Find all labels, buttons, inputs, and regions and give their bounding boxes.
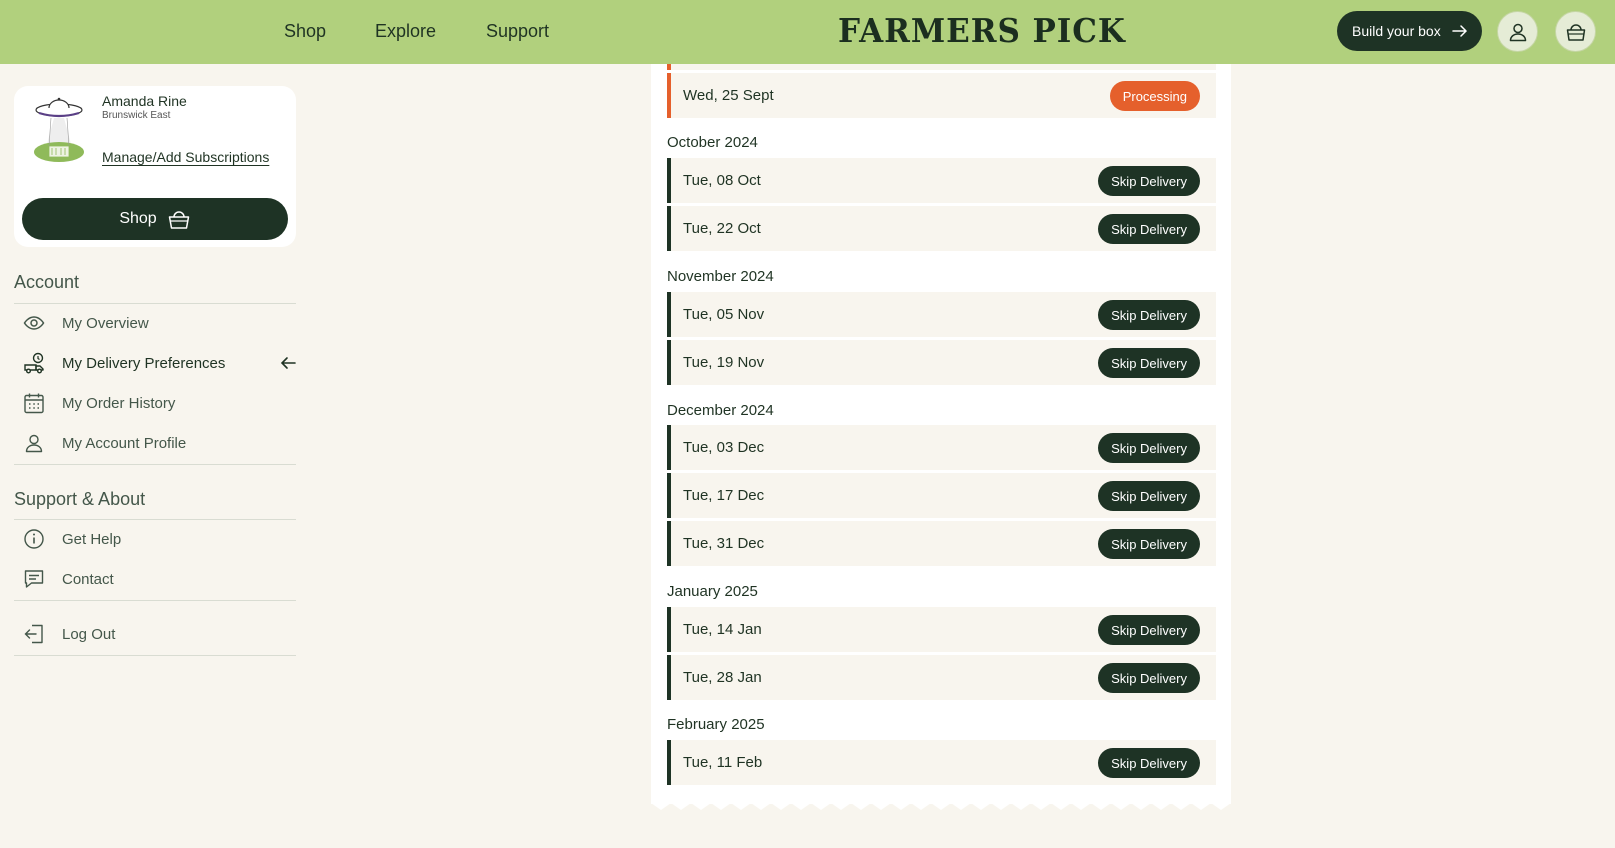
sidebar-item-label: My Overview [62, 314, 149, 332]
zigzag-edge [651, 800, 1231, 810]
sidebar-item-label: Contact [62, 570, 114, 588]
manage-subscriptions-link[interactable]: Manage/Add Subscriptions [102, 149, 269, 165]
skip-delivery-button[interactable]: Skip Delivery [1098, 748, 1200, 778]
delivery-date: Tue, 14 Jan [683, 621, 762, 638]
delivery-date: Tue, 22 Oct [683, 220, 761, 237]
skip-delivery-button[interactable]: Skip Delivery [1098, 433, 1200, 463]
sidebar-item-contact[interactable]: Contact [14, 560, 296, 598]
chat-icon [23, 568, 45, 590]
account-section-title: Account [14, 272, 80, 292]
sidebar-shop-button[interactable]: Shop [22, 198, 288, 240]
delivery-row: Tue, 08 Oct Skip Delivery [667, 158, 1216, 203]
profile-card: Amanda Rine Brunswick East Manage/Add Su… [14, 86, 296, 247]
delivery-date: Tue, 31 Dec [683, 535, 765, 552]
basket-icon [168, 211, 189, 229]
sidebar-item-label: My Order History [62, 394, 176, 412]
log-out-icon [23, 623, 45, 645]
delivery-date: Wed, 25 Sept [683, 87, 774, 104]
build-your-box-label: Build your box [1352, 23, 1441, 39]
skip-delivery-button[interactable]: Skip Delivery [1098, 615, 1200, 645]
divider [14, 464, 296, 465]
skip-delivery-button[interactable]: Skip Delivery [1098, 166, 1200, 196]
processing-status-badge: Processing [1109, 81, 1200, 111]
skip-delivery-button[interactable]: Skip Delivery [1098, 529, 1200, 559]
month-heading: February 2025 [667, 716, 765, 733]
skip-delivery-button[interactable]: Skip Delivery [1098, 300, 1200, 330]
build-your-box-button[interactable]: Build your box [1337, 11, 1482, 51]
divider [14, 600, 296, 601]
nav-shop[interactable]: Shop [284, 21, 326, 42]
nav-explore[interactable]: Explore [375, 21, 436, 42]
sidebar-item-my-account-profile[interactable]: My Account Profile [14, 424, 296, 462]
month-heading: January 2025 [667, 583, 758, 600]
skip-delivery-button[interactable]: Skip Delivery [1098, 214, 1200, 244]
support-section-title: Support & About [14, 489, 146, 509]
nav-support[interactable]: Support [486, 21, 549, 42]
cart-button[interactable] [1555, 11, 1596, 52]
delivery-row-partial [667, 64, 1216, 70]
farmers-pick-logo[interactable]: FARMERS PICK [838, 11, 1126, 50]
delivery-row: Tue, 31 Dec Skip Delivery [667, 521, 1216, 566]
log-out-button[interactable]: Log Out [14, 615, 296, 653]
delivery-row: Tue, 22 Oct Skip Delivery [667, 206, 1216, 251]
delivery-date: Tue, 03 Dec [683, 439, 765, 456]
sidebar-item-my-order-history[interactable]: My Order History [14, 384, 296, 422]
user-icon [1509, 23, 1526, 41]
delivery-date: Tue, 19 Nov [683, 354, 765, 371]
sidebar-item-get-help[interactable]: Get Help [14, 520, 296, 558]
arrow-right-icon [1452, 25, 1468, 37]
sidebar-item-label: Get Help [62, 530, 122, 548]
month-heading: November 2024 [667, 268, 774, 285]
delivery-date: Tue, 28 Jan [683, 669, 762, 686]
delivery-row: Tue, 05 Nov Skip Delivery [667, 292, 1216, 337]
month-heading: October 2024 [667, 134, 758, 151]
sidebar-item-label: My Delivery Preferences [62, 354, 226, 372]
delivery-row: Tue, 11 Feb Skip Delivery [667, 740, 1216, 785]
eye-icon [23, 312, 45, 334]
divider [14, 655, 296, 656]
delivery-date: Tue, 17 Dec [683, 487, 765, 504]
sidebar-item-my-overview[interactable]: My Overview [14, 304, 296, 342]
skip-delivery-button[interactable]: Skip Delivery [1098, 663, 1200, 693]
ufo-illustration-icon [34, 97, 84, 162]
basket-icon [1566, 23, 1585, 41]
user-name: Amanda Rine [102, 93, 187, 109]
calendar-icon [23, 392, 45, 414]
arrow-left-icon [280, 357, 296, 369]
delivery-row: Tue, 17 Dec Skip Delivery [667, 473, 1216, 518]
skip-delivery-button[interactable]: Skip Delivery [1098, 348, 1200, 378]
sidebar-item-label: My Account Profile [62, 434, 187, 452]
month-heading: December 2024 [667, 402, 774, 419]
user-icon [23, 432, 45, 454]
delivery-truck-icon [23, 352, 45, 374]
delivery-date: Tue, 11 Feb [683, 754, 763, 771]
account-button[interactable] [1497, 11, 1538, 52]
top-header: Shop Explore Support FARMERS PICK Build … [0, 0, 1615, 64]
sidebar-item-my-delivery-preferences[interactable]: My Delivery Preferences [14, 344, 296, 382]
delivery-row: Tue, 03 Dec Skip Delivery [667, 425, 1216, 470]
delivery-row: Wed, 25 Sept Processing [667, 73, 1216, 118]
log-out-label: Log Out [62, 625, 116, 643]
delivery-date: Tue, 05 Nov [683, 306, 765, 323]
delivery-row: Tue, 28 Jan Skip Delivery [667, 655, 1216, 700]
skip-delivery-button[interactable]: Skip Delivery [1098, 481, 1200, 511]
delivery-date: Tue, 08 Oct [683, 172, 761, 189]
info-icon [23, 528, 45, 550]
delivery-row: Tue, 14 Jan Skip Delivery [667, 607, 1216, 652]
user-suburb: Brunswick East [102, 110, 171, 121]
delivery-row: Tue, 19 Nov Skip Delivery [667, 340, 1216, 385]
shop-button-label: Shop [119, 210, 157, 227]
